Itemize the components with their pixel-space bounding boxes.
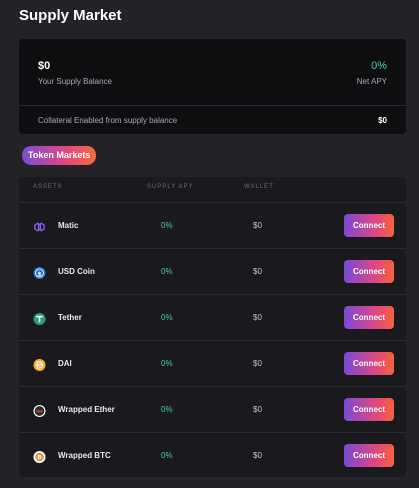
net-apy-label: Net APY [356, 77, 387, 86]
asset-table: ASSETS SUPPLY APY WALLET Matic 0% $0 Con… [19, 177, 406, 477]
supply-apy-value: 0% [161, 221, 173, 230]
asset-name: DAI [58, 359, 72, 368]
collateral-label: Collateral Enabled from supply balance [38, 116, 178, 125]
supply-apy-value: 0% [161, 359, 173, 368]
matic-icon [33, 220, 46, 233]
table-row[interactable]: B Wrapped BTC 0% $0 Connect [19, 432, 406, 478]
wrapped-ether-icon: WE [33, 404, 46, 417]
token-markets-tab[interactable]: Token Markets [22, 146, 97, 165]
header-wallet: WALLET [244, 184, 274, 190]
asset-name: Tether [58, 313, 82, 322]
wrapped-btc-icon: B [33, 450, 46, 463]
connect-button[interactable]: Connect [344, 306, 394, 329]
connect-button[interactable]: Connect [344, 214, 394, 237]
table-row[interactable]: Matic 0% $0 Connect [19, 202, 406, 248]
supply-balance-card: $0 Your Supply Balance 0% Net APY Collat… [19, 39, 406, 134]
header-assets: ASSETS [33, 184, 63, 190]
table-row[interactable]: DAI 0% $0 Connect [19, 340, 406, 386]
wallet-value: $0 [253, 359, 262, 368]
supply-apy-value: 0% [161, 405, 173, 414]
connect-button[interactable]: Connect [344, 444, 394, 467]
supply-apy-value: 0% [161, 313, 173, 322]
net-apy-value: 0% [371, 60, 387, 72]
wallet-value: $0 [253, 405, 262, 414]
connect-button[interactable]: Connect [344, 260, 394, 283]
svg-text:WE: WE [36, 408, 43, 413]
card-divider [19, 105, 406, 106]
asset-name: Matic [58, 221, 79, 230]
dai-icon [33, 358, 46, 371]
wallet-value: $0 [253, 451, 262, 460]
svg-text:B: B [37, 455, 41, 461]
asset-name: USD Coin [58, 267, 95, 276]
table-row[interactable]: Tether 0% $0 Connect [19, 294, 406, 340]
asset-name: Wrapped Ether [58, 405, 115, 414]
supply-apy-value: 0% [161, 451, 173, 460]
table-row[interactable]: $ USD Coin 0% $0 Connect [19, 248, 406, 294]
asset-name: Wrapped BTC [58, 451, 111, 460]
header-supply-apy: SUPPLY APY [147, 184, 194, 190]
svg-text:$: $ [38, 271, 42, 277]
connect-button[interactable]: Connect [344, 352, 394, 375]
supply-balance-label: Your Supply Balance [38, 77, 112, 86]
supply-balance-value: $0 [38, 60, 51, 72]
page-title: Supply Market [19, 7, 122, 24]
table-row[interactable]: WE Wrapped Ether 0% $0 Connect [19, 386, 406, 432]
usd-coin-icon: $ [33, 266, 46, 279]
collateral-value: $0 [378, 116, 387, 125]
wallet-value: $0 [253, 313, 262, 322]
connect-button[interactable]: Connect [344, 398, 394, 421]
tether-icon [33, 312, 46, 325]
wallet-value: $0 [253, 267, 262, 276]
supply-apy-value: 0% [161, 267, 173, 276]
wallet-value: $0 [253, 221, 262, 230]
